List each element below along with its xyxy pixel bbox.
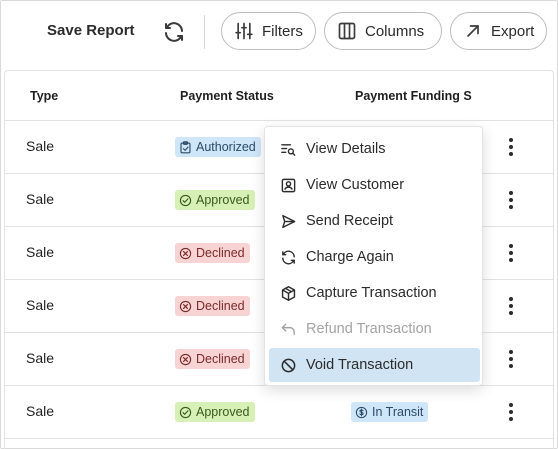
columns-icon: [338, 22, 356, 40]
status-badge: Approved: [175, 190, 255, 210]
toolbar-divider: [204, 15, 205, 49]
menu-item-label: Capture Transaction: [306, 285, 437, 301]
menu-item-label: Refund Transaction: [306, 321, 432, 337]
cell-type: Sale: [26, 403, 55, 419]
cell-type: Sale: [26, 138, 55, 154]
x-circle-icon: [179, 353, 192, 365]
list-search-icon: [281, 143, 296, 156]
menu-item-refund-transaction: Refund Transaction: [269, 312, 480, 346]
sliders-icon: [235, 22, 253, 40]
menu-item-charge-again[interactable]: Charge Again: [269, 240, 480, 274]
menu-item-label: View Details: [306, 141, 386, 157]
status-label: Declined: [196, 352, 245, 366]
row-actions-kebab-icon[interactable]: [501, 136, 521, 158]
clipboard-check-icon: [180, 140, 191, 153]
menu-item-label: Charge Again: [306, 249, 394, 265]
cell-type: Sale: [26, 191, 55, 207]
status-badge: Declined: [175, 296, 250, 316]
check-circle-icon: [179, 406, 192, 418]
export-button[interactable]: Export: [450, 12, 547, 50]
dollar-circle-icon: [355, 406, 368, 418]
cell-type: Sale: [26, 350, 55, 366]
menu-item-label: View Customer: [306, 177, 405, 193]
cell-type: Sale: [26, 244, 55, 260]
table-header: Type Payment Status Payment Funding S: [5, 71, 553, 121]
row-actions-kebab-icon[interactable]: [501, 189, 521, 211]
column-header-type[interactable]: Type: [30, 89, 58, 103]
ban-icon: [281, 358, 296, 372]
save-report-button[interactable]: Save Report: [47, 22, 135, 39]
status-badge: Approved: [175, 402, 255, 422]
user-card-icon: [281, 178, 296, 192]
x-circle-icon: [179, 247, 192, 259]
status-label: Approved: [196, 193, 250, 207]
undo-arrow-icon: [281, 323, 295, 335]
row-actions-menu: View Details View Customer Send Receipt …: [264, 126, 483, 386]
menu-item-view-details[interactable]: View Details: [269, 132, 480, 166]
toolbar: Save Report Filters Columns Export: [0, 0, 558, 64]
funding-badge: In Transit: [351, 402, 429, 422]
menu-item-send-receipt[interactable]: Send Receipt: [269, 204, 480, 238]
row-actions-kebab-icon[interactable]: [501, 401, 521, 423]
x-circle-icon: [179, 300, 192, 312]
status-badge: Authorized: [175, 137, 261, 157]
column-header-payment-funding[interactable]: Payment Funding S: [355, 89, 477, 103]
cell-type: Sale: [26, 297, 55, 313]
status-badge: Declined: [175, 243, 250, 263]
status-label: Declined: [196, 246, 245, 260]
menu-item-void-transaction[interactable]: Void Transaction: [269, 348, 480, 382]
status-label: Authorized: [196, 140, 256, 154]
menu-item-label: Void Transaction: [306, 357, 414, 373]
table-row[interactable]: Sale Approved In Transit: [5, 386, 553, 439]
status-label: Approved: [196, 405, 250, 419]
status-badge: Declined: [175, 349, 250, 369]
columns-button[interactable]: Columns: [324, 12, 442, 50]
row-actions-kebab-icon[interactable]: [501, 348, 521, 370]
row-actions-kebab-icon[interactable]: [501, 295, 521, 317]
refresh-icon: [282, 250, 295, 264]
package-icon: [281, 285, 296, 301]
filters-button[interactable]: Filters: [221, 12, 316, 50]
columns-label: Columns: [365, 22, 425, 40]
arrow-up-right-icon: [467, 25, 479, 37]
status-label: Declined: [196, 299, 245, 313]
menu-item-view-customer[interactable]: View Customer: [269, 168, 480, 202]
menu-item-label: Send Receipt: [306, 213, 394, 229]
send-icon: [282, 214, 296, 228]
column-header-payment-status[interactable]: Payment Status: [180, 89, 274, 103]
row-actions-kebab-icon[interactable]: [501, 242, 521, 264]
filters-label: Filters: [262, 22, 303, 40]
check-circle-icon: [179, 194, 192, 206]
refresh-icon[interactable]: [162, 20, 186, 44]
menu-item-capture-transaction[interactable]: Capture Transaction: [269, 276, 480, 310]
funding-label: In Transit: [372, 405, 424, 419]
export-label: Export: [491, 22, 535, 40]
